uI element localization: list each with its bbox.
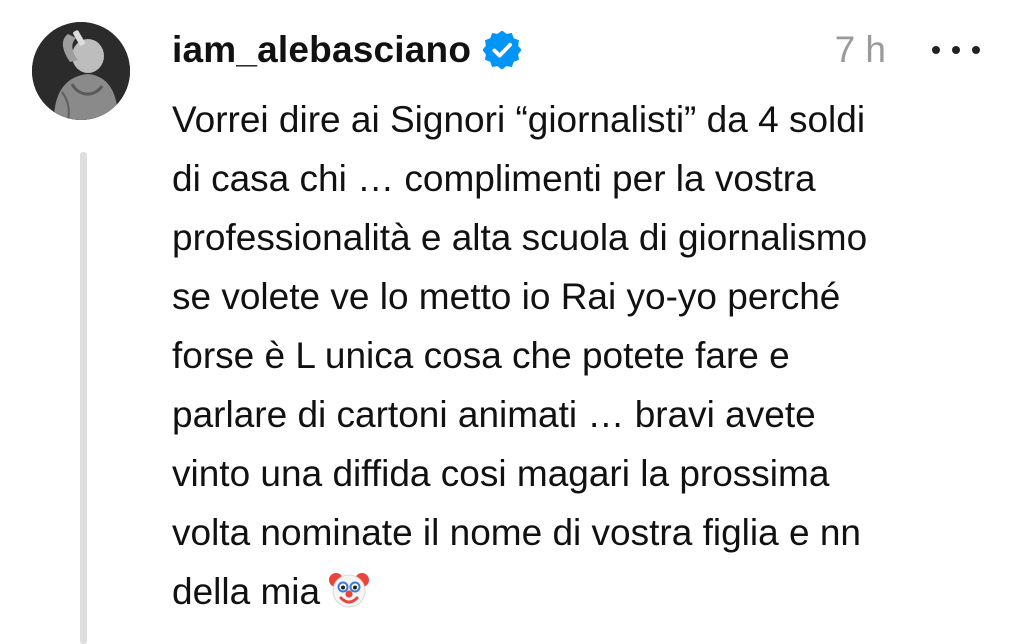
comment-line: forse è L unica cosa che potete fare e <box>172 335 790 376</box>
more-dot <box>972 46 980 54</box>
timestamp: 7 h <box>834 29 886 70</box>
comment-line: se volete ve lo metto io Rai yo-yo perch… <box>172 276 841 317</box>
comment-line: professionalità e alta scuola di giornal… <box>172 217 868 258</box>
comment-line: di casa chi … complimenti per la vostra <box>172 158 816 199</box>
verified-badge-icon <box>482 30 522 70</box>
avatar[interactable] <box>32 22 130 120</box>
comment-line: Vorrei dire ai Signori “giornalisti” da … <box>172 99 866 140</box>
more-dot <box>952 46 960 54</box>
comment-line: volta nominate il nome di vostra figlia … <box>172 512 861 553</box>
comment-line: vinto una diffida cosi magari la prossim… <box>172 453 830 494</box>
more-options-icon[interactable] <box>928 30 984 70</box>
username[interactable]: iam_alebasciano <box>172 29 471 71</box>
clown-face-emoji <box>328 568 370 610</box>
comment-last-line: della mia <box>172 562 992 621</box>
comment-line: parlare di cartoni animati … bravi avete <box>172 394 816 435</box>
more-dot <box>932 46 940 54</box>
thread-line <box>80 152 87 644</box>
comment-line: della mia <box>172 571 321 612</box>
comment-text: Vorrei dire ai Signori “giornalisti” da … <box>172 90 992 621</box>
comment-post: iam_alebasciano 7 h Vorrei dire ai Signo… <box>0 0 1024 644</box>
comment-header: iam_alebasciano <box>172 24 522 76</box>
